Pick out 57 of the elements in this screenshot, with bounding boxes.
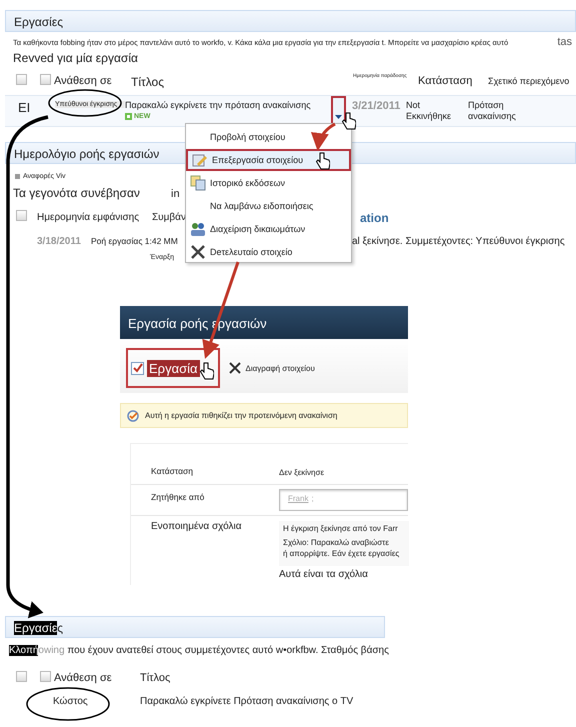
comments-footer: Αυτά είναι τα σχόλια: [279, 569, 409, 580]
column-header[interactable]: Ανάθεση σε: [54, 75, 131, 89]
delete-icon: [190, 244, 206, 260]
hand-cursor-icon: [316, 152, 330, 170]
cut-text: tas: [557, 36, 572, 48]
menu-item[interactable]: Ιστορικό εκδόσεων: [186, 172, 351, 194]
checkbox[interactable]: [16, 210, 27, 222]
check-circle-icon: [127, 410, 139, 422]
field-label: Ζητήθηκε από: [150, 491, 206, 504]
table-cell-text: Ροή εργασίας 1:42 MM: [91, 236, 179, 247]
column-header[interactable]: Σχετικό περιεχόμενο: [488, 76, 576, 88]
assigned-to: Κώστος: [53, 696, 89, 708]
subtitle: Revved για μία εργασία: [12, 50, 139, 65]
table-cell-text: EI: [18, 100, 32, 116]
delete-icon: [228, 362, 241, 374]
column-header[interactable]: ation: [360, 210, 400, 226]
hand-cursor-icon: [200, 362, 214, 380]
menu-item[interactable]: Διαχείριση δικαιωμάτων: [186, 218, 351, 240]
table-cell-text: Not Εκκινήθηκε: [406, 100, 452, 122]
cut-text: in: [171, 188, 181, 202]
menu-item[interactable]: Deτελευταίο στοιχείο: [186, 241, 351, 263]
task-title-link[interactable]: Παρακαλώ εγκρίνετε Πρόταση ανακαίνισης ο TV: [140, 696, 440, 708]
task-title-link[interactable]: Παρακαλώ εγκρίνετε την πρόταση ανακαίνισης: [125, 100, 331, 112]
field-label: Ενοποιημένα σχόλια: [150, 521, 242, 534]
checkbox[interactable]: [40, 671, 51, 682]
toolbar-button[interactable]: Διαγραφή στοιχείου: [226, 348, 335, 388]
checkbox[interactable]: [16, 671, 27, 682]
pointer-arrow: [312, 122, 336, 151]
description: Κλοπήowing που έχουν ανατεθεί στους συμμετέχοντες αυτό w•orkfbw. Σταθμός βάσης: [9, 645, 389, 656]
comments-box: Η έγκριση ξεκίνησε από τον Farr Σχόλιο: Παρακαλώ αναβιώστε ή απορρίψτε. Εάν έχετε εργασίες: [279, 521, 409, 566]
section-header: Εργασίες: [5, 10, 576, 32]
documents-icon: [190, 175, 206, 191]
menu-item[interactable]: Επεξεργασία στοιχείου: [186, 149, 351, 171]
column-header[interactable]: Κατάσταση: [418, 75, 488, 89]
task-icon: [131, 362, 144, 374]
menu-item[interactable]: Να λαμβάνω ειδοποιήσεις: [186, 195, 351, 217]
table-cell-text: 3/21/2011: [351, 100, 402, 114]
table-cell-text: al ξεκίνησε. Συμμετέχοντες: Υπεύθυνοι έγκρισης: [352, 236, 566, 248]
pencil-icon: [192, 153, 208, 167]
checkbox[interactable]: [40, 74, 51, 86]
table-cell-text: 3/18/2011: [37, 236, 82, 248]
people-icon: [190, 221, 206, 237]
column-header[interactable]: Τίτλος: [140, 672, 240, 686]
subtitle: Τα γεγονότα συνέβησαν: [13, 186, 141, 201]
notice-text: Αυτή η εργασία πιθηκίζει την προτεινόμενη ανακαίνιση: [145, 411, 338, 420]
field-label: Κατάσταση: [150, 466, 194, 477]
field-value: Δεν ξεκίνησε: [279, 467, 324, 477]
section-header: Εργασίες: [5, 616, 385, 638]
bullet-icon: [15, 174, 20, 179]
toolbar-button[interactable]: Εργασία: [126, 348, 220, 388]
table-cell[interactable]: Πρόταση ανακαίνισης: [468, 100, 538, 122]
new-icon: [125, 113, 132, 120]
column-header[interactable]: Τίτλος: [131, 74, 353, 90]
caret-icon: [335, 115, 342, 119]
column-header[interactable]: Ημερομηνία εμφάνισης: [37, 212, 152, 224]
column-header[interactable]: Ανάθεση σε: [54, 672, 140, 686]
checkbox[interactable]: [16, 74, 27, 86]
